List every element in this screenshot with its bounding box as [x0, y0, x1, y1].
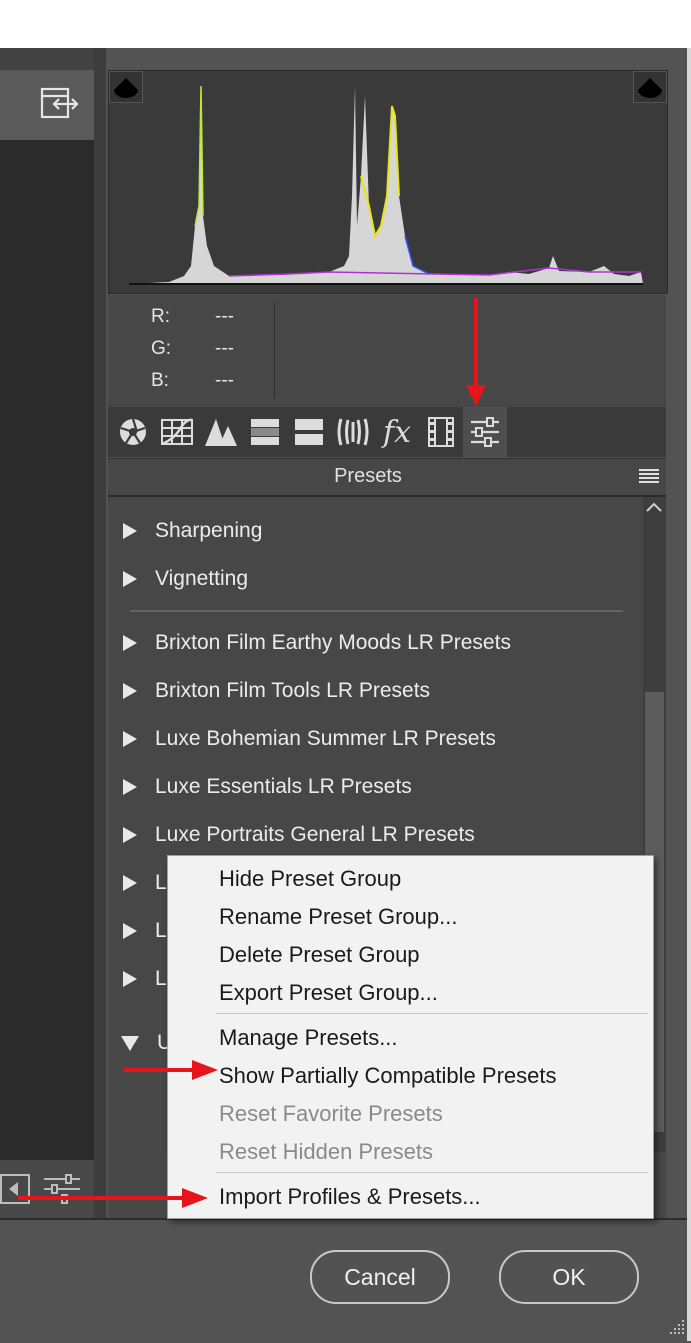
annotation-arrow-down [466, 298, 486, 406]
annotation-arrow-right [18, 1188, 208, 1208]
annotation-arrows [18, 298, 486, 1208]
annotation-arrow-right [124, 1060, 218, 1080]
